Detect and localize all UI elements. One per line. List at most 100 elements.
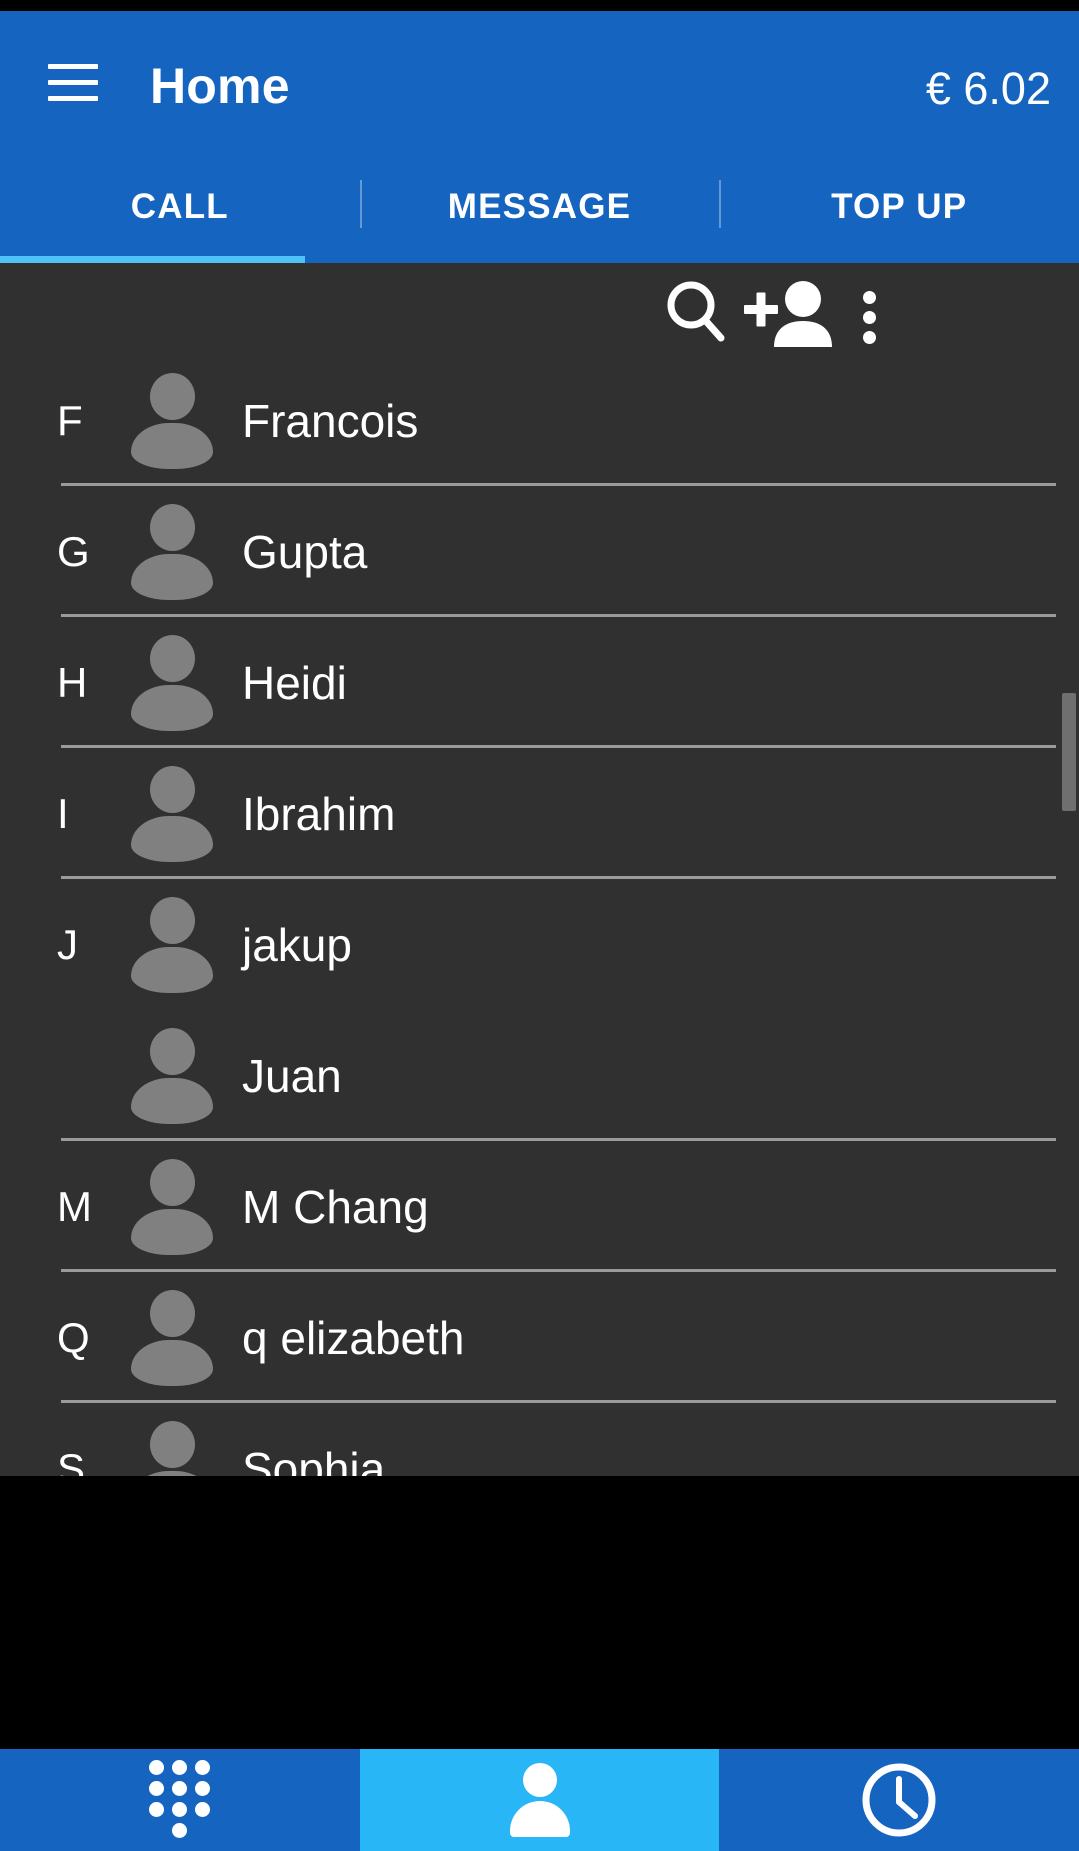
avatar-body <box>131 1208 213 1255</box>
hamburger-bar <box>48 96 98 101</box>
avatar <box>131 896 213 993</box>
search-icon[interactable] <box>658 277 738 347</box>
contact-row[interactable]: Q q elizabeth <box>0 1272 1079 1403</box>
contact-row[interactable]: M M Chang <box>0 1141 1079 1272</box>
contacts-panel: F Francois G Gupta H Heidi I Ibrahim J j… <box>0 263 1079 1476</box>
add-person-glyph <box>744 281 832 347</box>
avatar-body <box>131 422 213 469</box>
tab-call[interactable]: CALL <box>0 158 360 263</box>
contact-name: jakup <box>242 918 352 971</box>
avatar-body <box>131 946 213 993</box>
recents-clock-icon <box>862 1763 936 1837</box>
avatar-body <box>131 815 213 862</box>
dialpad-dot <box>148 1802 164 1817</box>
balance-amount: € 6.02 <box>925 63 1051 114</box>
tab-message-label: MESSAGE <box>447 186 632 226</box>
contact-row[interactable]: H Heidi <box>0 617 1079 748</box>
tab-bar: CALL MESSAGE TOP UP <box>0 158 1079 263</box>
section-letter: I <box>57 789 69 837</box>
contact-row[interactable]: Juan <box>0 1010 1079 1141</box>
contact-name: Sophia <box>242 1442 386 1477</box>
avatar-head <box>150 634 195 682</box>
active-tab-indicator <box>0 256 305 263</box>
avatar-head <box>150 1420 195 1468</box>
tab-message[interactable]: MESSAGE <box>359 158 720 263</box>
avatar <box>131 1158 213 1255</box>
dialpad-dot <box>194 1760 210 1775</box>
tab-call-label: CALL <box>130 186 229 226</box>
dialpad-dot <box>148 1760 164 1775</box>
contact-row[interactable]: G Gupta <box>0 486 1079 617</box>
contact-name: Gupta <box>242 525 368 578</box>
page-title: Home <box>150 58 290 114</box>
overflow-dot <box>863 331 876 344</box>
dialpad-dot <box>171 1823 187 1838</box>
avatar <box>131 634 213 731</box>
avatar-head <box>150 372 195 420</box>
more-vertical-icon[interactable] <box>845 277 895 347</box>
dialpad-dot <box>194 1781 210 1796</box>
contact-name: Ibrahim <box>242 787 396 840</box>
add-person-icon[interactable] <box>742 277 838 347</box>
dialpad-dot <box>171 1781 187 1796</box>
avatar-head <box>150 1158 195 1206</box>
tab-top-up[interactable]: TOP UP <box>719 158 1079 263</box>
contact-name: Heidi <box>242 656 347 709</box>
bottom-navigation-bar <box>0 1749 1079 1851</box>
contact-name: Francois <box>242 394 419 447</box>
dialpad-dot <box>194 1802 210 1817</box>
app-bar: Home € 6.02 CALL MESSAGE TOP UP <box>0 11 1079 263</box>
avatar <box>131 1420 213 1476</box>
avatar-head <box>150 896 195 944</box>
overflow-dot <box>863 311 876 324</box>
contacts-person-icon <box>505 1763 575 1837</box>
avatar <box>131 372 213 469</box>
nav-dialpad[interactable] <box>0 1749 360 1851</box>
section-letter: F <box>57 396 83 444</box>
app-bar-title-row: Home € 6.02 <box>0 11 1079 158</box>
hamburger-bar <box>48 80 98 85</box>
contact-row[interactable]: S Sophia <box>0 1403 1079 1476</box>
person-head <box>522 1763 557 1797</box>
avatar-body <box>131 1077 213 1124</box>
nav-recents[interactable] <box>719 1749 1079 1851</box>
contact-list[interactable]: F Francois G Gupta H Heidi I Ibrahim J j… <box>0 355 1079 1476</box>
hamburger-bar <box>48 64 98 69</box>
section-letter: M <box>57 1182 92 1230</box>
section-letter: H <box>57 658 88 706</box>
section-letter: G <box>57 527 90 575</box>
avatar <box>131 503 213 600</box>
person-body <box>509 1801 570 1837</box>
overflow-dot <box>863 291 876 304</box>
contacts-action-bar <box>0 263 1079 355</box>
contact-row[interactable]: I Ibrahim <box>0 748 1079 879</box>
tab-top-up-label: TOP UP <box>831 186 968 226</box>
avatar-body <box>131 553 213 600</box>
avatar <box>131 1027 213 1124</box>
avatar <box>131 765 213 862</box>
dialpad-icon <box>148 1760 211 1840</box>
dialpad-dot <box>171 1802 187 1817</box>
contact-row[interactable]: F Francois <box>0 355 1079 486</box>
status-bar-strip <box>0 0 1079 11</box>
contact-name: Juan <box>242 1049 342 1102</box>
dialpad-dot <box>171 1760 187 1775</box>
avatar-head <box>150 503 195 551</box>
section-letter: Q <box>57 1313 90 1361</box>
contact-name: M Chang <box>242 1180 429 1233</box>
avatar-head <box>150 765 195 813</box>
list-scrollbar-thumb[interactable] <box>1062 693 1076 811</box>
section-letter: S <box>57 1444 86 1476</box>
dialpad-dot <box>148 1781 164 1796</box>
avatar-body <box>131 684 213 731</box>
avatar-body <box>131 1470 213 1476</box>
nav-contacts[interactable] <box>359 1749 720 1851</box>
contact-row[interactable]: J jakup <box>0 879 1079 1010</box>
hamburger-menu-icon[interactable] <box>48 64 98 102</box>
contact-name: q elizabeth <box>242 1311 465 1364</box>
section-letter: J <box>57 920 78 968</box>
avatar-body <box>131 1339 213 1386</box>
avatar <box>131 1289 213 1386</box>
avatar-head <box>150 1027 195 1075</box>
avatar-head <box>150 1289 195 1337</box>
